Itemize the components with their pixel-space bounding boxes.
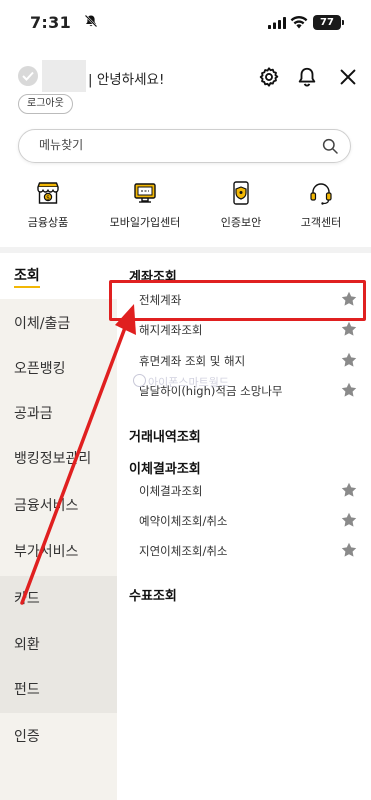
section-title-transaction-history[interactable]: 거래내역조회 [129,426,201,445]
monitor-icon [134,183,156,203]
star-icon[interactable] [341,482,357,498]
nav-item-label: 오픈뱅킹 [14,361,66,377]
watermark-logo [133,374,146,387]
quick-label: 모바일가입센터 [109,216,181,229]
star-icon[interactable] [341,382,357,398]
search-icon[interactable] [322,138,338,154]
quick-item-auth-security[interactable]: 인증보안 [196,180,286,230]
section-title-check-inquiry[interactable]: 수표조회 [129,585,177,604]
star-icon[interactable] [341,512,357,528]
menu-item-label: 휴면계좌 조회 및 해지 [139,354,246,368]
gear-icon[interactable] [258,66,280,88]
nav-item-foreign-exchange[interactable]: 외환 [0,622,117,668]
check-icon [22,71,34,81]
nav-item-open-banking[interactable]: 오픈뱅킹 [0,346,117,392]
menu-item-transfer-results[interactable]: 이체결과조회 [117,476,371,506]
close-icon[interactable] [337,66,359,88]
search-bar[interactable] [18,129,351,163]
nav-item-label: 카드 [14,591,40,607]
highlight-box [109,280,366,321]
quick-item-mobile-signup[interactable]: 모바일가입센터 [100,180,190,230]
menu-item-dormant-accounts[interactable]: 휴면계좌 조회 및 해지 [117,346,371,376]
greeting-text: | 안녕하세요! [88,72,165,88]
bank-store-icon: $ [37,182,59,204]
svg-text:$: $ [46,194,50,201]
search-input[interactable] [39,138,299,152]
menu-item-label: 해지계좌조회 [139,323,203,337]
nav-item-label: 금융서비스 [14,498,79,514]
nav-item-utility-bills[interactable]: 공과금 [0,391,117,437]
quick-item-customer-center[interactable]: 고객센터 [276,180,366,230]
status-time: 7:31 [30,13,71,32]
menu-item-scheduled-transfers[interactable]: 예약이체조회/취소 [117,506,371,536]
battery-indicator: 77 [313,15,344,30]
nav-item-label: 조회 [14,268,40,284]
nav-item-label: 공과금 [14,406,53,422]
quick-menu: $ 금융상품 모바일가입센터 인증보안 고객센터 [0,180,371,232]
nav-item-label: 부가서비스 [14,544,79,560]
cellular-signal-icon [268,17,286,29]
section-title-transfer-results: 이체결과조회 [129,462,201,477]
logout-button[interactable]: 로그아웃 [18,94,73,114]
quick-item-financial-products[interactable]: $ 금융상품 [3,180,93,230]
nav-item-label: 뱅킹정보관리 [14,451,92,467]
quick-label: 인증보안 [220,216,262,229]
nav-item-fund[interactable]: 펀드 [0,667,117,713]
star-icon[interactable] [341,542,357,558]
quick-label: 금융상품 [27,216,69,229]
wifi-icon [290,15,308,29]
quick-label: 고객센터 [300,216,342,229]
menu-item-label: 예약이체조회/취소 [139,514,228,528]
nav-item-certification[interactable]: 인증 [0,714,117,760]
nav-item-label: 이체/출금 [14,316,71,332]
nav-item-label: 펀드 [14,682,40,698]
avatar [18,66,38,86]
star-icon[interactable] [341,321,357,337]
watermark-text: 아이폰스마트월드 [148,376,229,389]
header: | 안녕하세요! 로그아웃 [0,56,371,116]
menu-item-label: 이체결과조회 [139,484,203,498]
headset-icon [310,183,332,205]
nav-item-financial-services[interactable]: 금융서비스 [0,483,117,529]
nav-item-transfer[interactable]: 이체/출금 [0,301,117,347]
nav-item-banking-info[interactable]: 뱅킹정보관리 [0,436,117,482]
left-category-nav: 조회 이체/출금 오픈뱅킹 공과금 뱅킹정보관리 금융서비스 부가서비스 카드 … [0,253,117,800]
bell-off-icon [84,14,98,28]
nav-item-label: 인증 [14,729,40,745]
active-underline [14,286,40,288]
status-bar: 7:31 77 [0,0,371,44]
nav-item-inquiry[interactable]: 조회 [0,253,117,299]
nav-item-card[interactable]: 카드 [0,576,117,622]
menu-item-label: 지연이체조회/취소 [139,544,228,558]
menu-item-delayed-transfers[interactable]: 지연이체조회/취소 [117,536,371,566]
nav-item-additional-services[interactable]: 부가서비스 [0,529,117,575]
star-icon[interactable] [341,352,357,368]
submenu-panel: 계좌조회 전체계좌 해지계좌조회 휴면계좌 조회 및 해지 달달하이(high)… [117,253,371,800]
nav-item-label: 외환 [14,637,40,653]
user-name-redacted [42,60,86,92]
shield-phone-icon [233,181,249,205]
bell-icon[interactable] [296,66,318,88]
